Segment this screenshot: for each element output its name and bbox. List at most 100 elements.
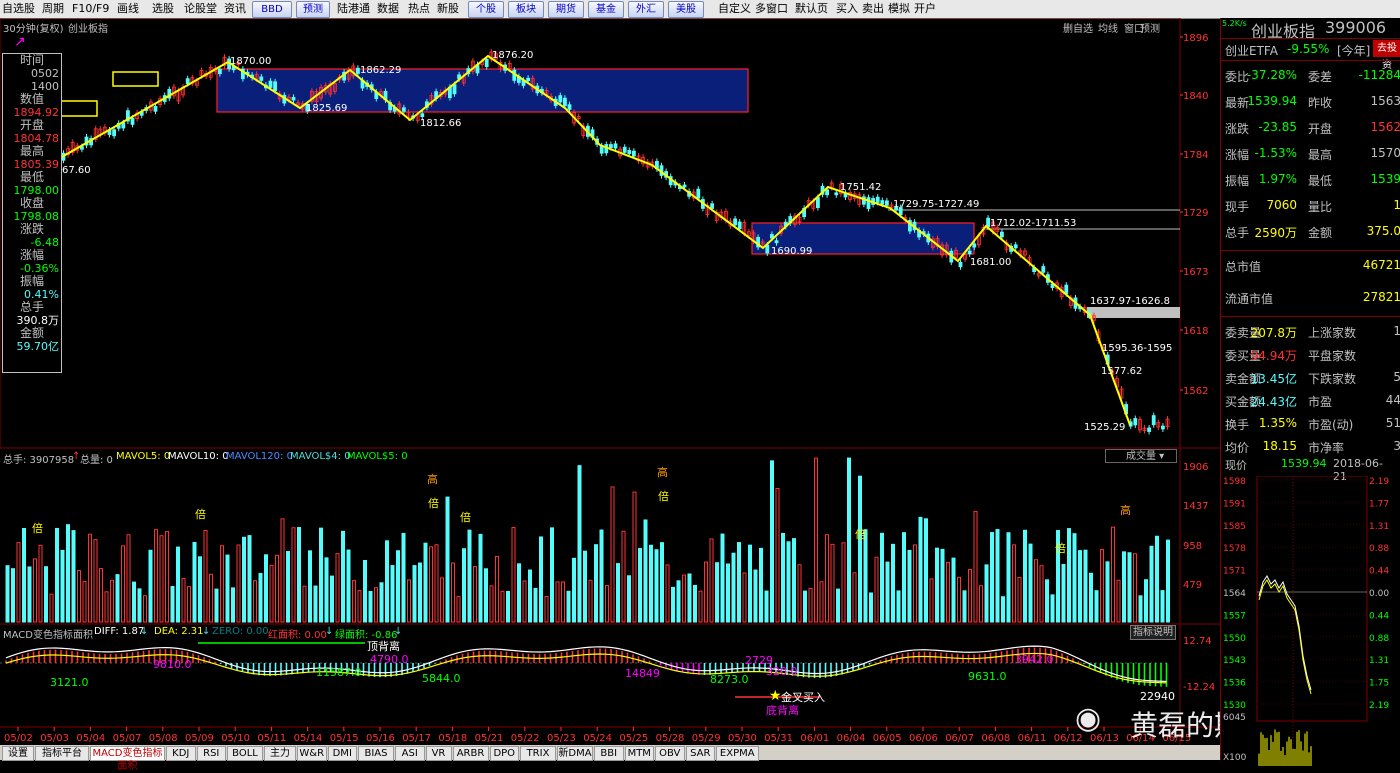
volume-bar [467,529,472,623]
price-annotation: 1712.02-1711.53 [990,218,1076,229]
candle-body [401,107,406,112]
volume-bar [181,577,186,623]
quote-value: 27821 [1362,290,1400,304]
menu-f10[interactable]: F10/F9 [72,0,109,18]
indicator-tab[interactable]: BIAS [358,746,394,761]
indicator-dropdown[interactable]: 成交量 ▾ [1105,449,1177,463]
volume-bar [341,530,345,623]
candle-body [816,197,820,208]
tab-sector[interactable]: 板块 [508,1,544,18]
volume-bar [528,569,532,623]
indicator-tab[interactable]: 新DMA [557,746,593,761]
simulate-button[interactable]: 模拟 [888,0,910,18]
volume-bar [1072,533,1077,623]
price-tick-label: 1729 [1183,208,1208,219]
info-box: 时间 0502 1400 数值 1894.92 开盘 1804.78 最高 1805.39 最低 1… [2,53,62,373]
volume-bar [660,542,664,623]
indicator-tab[interactable]: MTM [624,746,654,761]
indicator-tab[interactable]: BBI [594,746,624,761]
tab-funds[interactable]: 基金 [588,1,624,18]
invest-button[interactable]: 去投资 [1373,40,1400,71]
mini-right-tick: 0.88 [1369,634,1389,644]
forecast-button[interactable]: 预测 [296,1,330,18]
tab-stock[interactable]: 个股 [468,1,504,18]
menu-multi-window[interactable]: 多窗口 [755,0,788,18]
volume-bar [506,590,510,623]
menu-custom[interactable]: 自定义 [718,0,751,18]
indicator-tab[interactable]: BOLL [227,746,263,761]
candle-body [613,143,618,149]
menu-stock-picker[interactable]: 选股 [152,0,174,18]
indicator-help-button[interactable]: 指标说明 [1130,625,1176,640]
indicator-tab[interactable]: VR [425,746,452,761]
info-label: 开盘 [19,118,44,132]
menu-hot[interactable]: 热点 [408,0,430,18]
volume-bar [627,575,631,623]
menu-news[interactable]: 资讯 [224,0,246,18]
candle-body [774,240,779,244]
menu-draw-line[interactable]: 画线 [117,0,139,18]
indicator-tab[interactable]: 设置 [2,746,34,761]
buy-button[interactable]: 买入 [836,0,858,18]
indicator-tab[interactable]: MACD变色指标面积 [90,746,165,772]
tab-forex[interactable]: 外汇 [628,1,664,18]
menu-forum[interactable]: 论股堂 [184,0,217,18]
macd-annotation: 14849 [625,667,660,680]
indicator-tab[interactable]: RSI [196,746,226,761]
menu-data[interactable]: 数据 [377,0,399,18]
volume-bar [297,527,301,623]
indicator-tab[interactable]: 主力 [264,746,296,761]
volume-bar [159,535,164,623]
chart-area[interactable]: 1870.00 1862.29 1876.20 1825.69 1812.66 67.60… [0,18,1326,745]
price-annotation: 1637.97-1626.8 [1090,296,1170,307]
bbd-button[interactable]: BBD [252,1,292,18]
volume-bar [682,574,686,623]
volume-bar [192,541,197,623]
indicator-tab[interactable]: DMI [327,746,357,761]
quote-value: 1 [1393,324,1400,338]
candle-body [609,144,613,149]
remove-favorite-button[interactable]: 删自选 [1063,20,1093,35]
indicator-tab[interactable]: ASI [395,746,425,761]
menu-zixuangu[interactable]: 自选股 [2,0,35,18]
forecast-tool-button[interactable]: 预测 [1140,20,1160,35]
menu-hk-connect[interactable]: 陆港通 [337,0,370,18]
volume-bars [5,457,1170,623]
date-tick-label: 05/08 [149,733,178,744]
date-tick-label: 05/18 [438,733,467,744]
volume-bar [456,596,461,623]
quote-label: 上涨家数 [1308,326,1357,340]
indicator-tab[interactable]: 指标平台 [35,746,89,761]
volume-bar [891,543,895,623]
volume-bar [957,576,961,623]
volume-bar [918,516,923,623]
indicator-tab[interactable]: OBV [655,746,685,761]
candle-body [130,117,135,125]
menu-default-page[interactable]: 默认页 [795,0,828,18]
volume-bar [907,549,912,623]
open-account-button[interactable]: 开户 [914,0,936,18]
mini-right-tick: 1.77 [1369,499,1389,509]
menu-ipo[interactable]: 新股 [437,0,459,18]
tab-us-stocks[interactable]: 美股 [668,1,704,18]
indicator-tab[interactable]: KDJ [166,746,196,761]
indicator-tab[interactable]: W&R [297,746,327,761]
indicator-tab[interactable]: ARBR [452,746,489,761]
indicator-tab[interactable]: TRIX [520,746,556,761]
candle-body [710,203,714,209]
quote-label: 最低 [1308,174,1333,188]
bottom-tab-bar: 设置 指标平台 MACD变色指标面积 KDJ RSI BOLL 主力 W&R DMI BIAS AS… [0,745,1220,772]
indicator-tab[interactable]: SAR [685,746,715,761]
etf-name[interactable]: 创业ETFA [1225,42,1278,59]
date-tick-label: 06/07 [945,733,974,744]
chart-period[interactable]: 30分钟(复权) [3,20,64,35]
moving-average-button[interactable]: 均线 [1098,20,1118,35]
quote-value: -1.53% [1254,146,1297,160]
indicator-tab[interactable]: DPO [489,746,519,761]
sell-button[interactable]: 卖出 [862,0,884,18]
volume-bar [137,588,142,623]
volume-bar [99,568,103,623]
menu-period[interactable]: 周期 [42,0,64,18]
tab-futures[interactable]: 期货 [548,1,584,18]
indicator-tab[interactable]: EXPMA [716,746,759,761]
